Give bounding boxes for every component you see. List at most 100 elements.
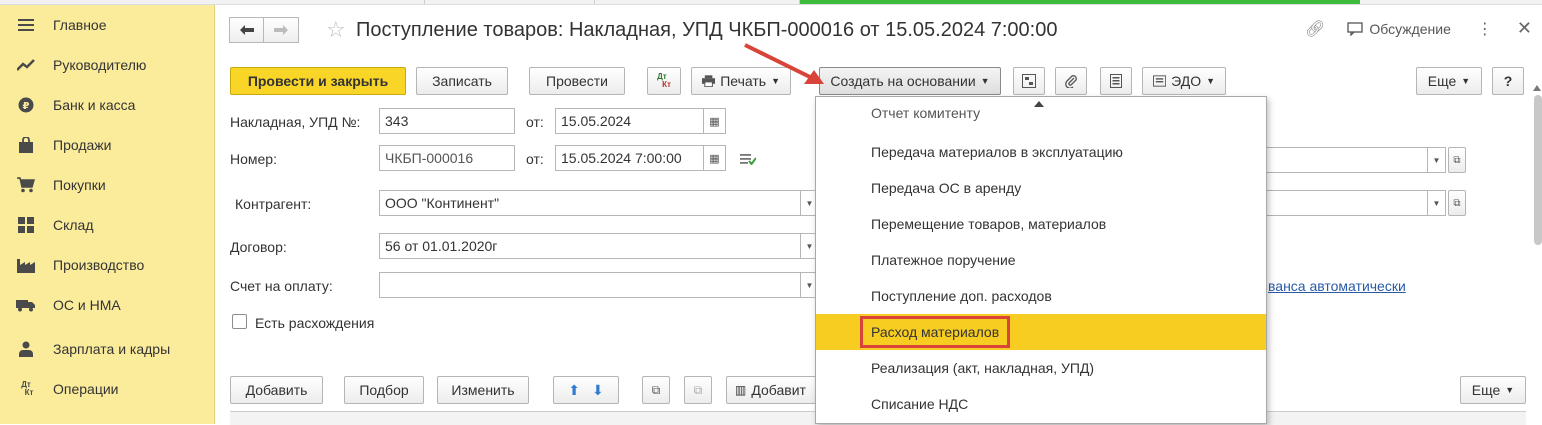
svg-text:₽: ₽ <box>23 101 30 112</box>
discrepancy-checkbox[interactable] <box>232 314 247 329</box>
copy-row-button[interactable]: ⧉ <box>642 376 670 404</box>
invoice-number-field[interactable]: 343 <box>379 108 515 134</box>
warehouse-field[interactable]: ▼ <box>1256 147 1446 173</box>
number-date-label: от: <box>526 151 544 167</box>
open-icon[interactable]: ⧉ <box>1448 147 1466 173</box>
menu-item[interactable]: Списание НДС <box>816 386 1266 422</box>
chevron-down-icon[interactable]: ▼ <box>1427 148 1445 172</box>
shopping-bag-icon <box>16 135 36 155</box>
edo-button[interactable]: ЭДО ▼ <box>1142 67 1226 95</box>
post-button[interactable]: Провести <box>529 67 625 95</box>
page-title: Поступление товаров: Накладная, УПД ЧКБП… <box>356 19 1058 41</box>
copy-icon: ⧉ <box>651 382 661 397</box>
menu-item[interactable]: Реализация (акт, накладная, УПД) <box>816 350 1266 386</box>
sidebar-item-production[interactable]: Производство <box>0 245 215 285</box>
discrepancy-label: Есть расхождения <box>255 315 375 331</box>
menu-lines-icon <box>16 15 36 35</box>
discussion-button[interactable]: Обсуждение <box>1347 21 1451 37</box>
menu-item[interactable]: Передача ОС в аренду <box>816 170 1266 206</box>
document-status-icon <box>740 152 757 168</box>
sidebar-item-purchases[interactable]: Покупки <box>0 165 215 205</box>
sidebar-item-sales[interactable]: Продажи <box>0 125 215 165</box>
advance-offset-link[interactable]: ванса автоматически <box>1268 278 1406 294</box>
dt-kt-icon: Дт Кт <box>657 72 671 89</box>
coin-icon: ₽ <box>16 95 36 115</box>
number-date-field[interactable]: 15.05.2024 7:00:00 ▦ <box>555 145 726 171</box>
menu-item[interactable]: Платежное поручение <box>816 242 1266 278</box>
menu-item-selected[interactable]: Расход материалов <box>816 314 1266 350</box>
scrollbar[interactable] <box>1534 95 1542 245</box>
dt-kt-button[interactable]: Дт Кт <box>647 67 681 95</box>
barcode-icon: ▥ <box>735 383 747 397</box>
counterparty-field[interactable]: ООО "Континент" ▼ <box>379 190 819 216</box>
counterparty-label: Контрагент: <box>235 196 312 212</box>
sidebar-item-salary[interactable]: Зарплата и кадры <box>0 329 215 369</box>
contract-field[interactable]: 56 от 01.01.2020г ▼ <box>379 233 819 259</box>
trend-chart-icon <box>16 55 36 75</box>
invoice-date-field[interactable]: 15.05.2024 ▦ <box>555 108 726 134</box>
sidebar-item-main[interactable]: Главное <box>0 5 215 45</box>
number-field[interactable]: ЧКБП-000016 <box>379 145 515 171</box>
close-icon[interactable]: ✕ <box>1517 18 1532 39</box>
save-button[interactable]: Записать <box>416 67 508 95</box>
arrow-down-icon[interactable]: ⬇ <box>592 382 604 399</box>
organization-field[interactable]: ▼ <box>1256 190 1446 216</box>
menu-item[interactable]: Перемещение товаров, материалов <box>816 206 1266 242</box>
payment-invoice-field[interactable]: ▼ <box>379 272 819 298</box>
attach-button[interactable] <box>1055 67 1087 95</box>
paste-row-button[interactable]: ⧉ <box>684 376 712 404</box>
create-based-on-button[interactable]: Создать на основании ▼ <box>819 67 1001 95</box>
add-row-button[interactable]: Добавить <box>230 376 323 404</box>
more-vertical-icon[interactable]: ⋮ <box>1477 19 1493 39</box>
sidebar-item-bank[interactable]: ₽ Банк и касса <box>0 85 215 125</box>
menu-item[interactable]: Отчет комитенту <box>816 99 1266 133</box>
sidebar-item-label: Склад <box>53 217 94 233</box>
structure-button[interactable] <box>1013 67 1045 95</box>
link-icon[interactable]: 🔗︎ <box>1305 19 1325 39</box>
chat-icon <box>1347 21 1363 36</box>
help-button[interactable]: ? <box>1492 67 1524 95</box>
arrow-up-icon[interactable]: ⬆ <box>568 382 580 399</box>
scroll-up-icon[interactable] <box>1533 85 1541 91</box>
sidebar-item-label: Зарплата и кадры <box>53 341 171 357</box>
shopping-cart-icon <box>16 175 36 195</box>
open-icon[interactable]: ⧉ <box>1448 190 1466 216</box>
list-icon <box>1110 74 1122 88</box>
sidebar-item-fixed-assets[interactable]: ОС и НМА <box>0 285 215 325</box>
menu-item[interactable]: Поступление доп. расходов <box>816 278 1266 314</box>
chevron-down-icon[interactable]: ▼ <box>1427 191 1445 215</box>
post-and-close-button[interactable]: Провести и закрыть <box>230 67 406 95</box>
hierarchy-icon <box>1022 74 1036 88</box>
invoice-number-label: Накладная, УПД №: <box>230 114 361 130</box>
arrow-left-icon <box>239 25 254 35</box>
highlight-box: Расход материалов <box>860 316 1011 348</box>
sidebar-item-operations[interactable]: Дт Кт Операции <box>0 369 215 409</box>
number-label: Номер: <box>230 151 277 167</box>
sidebar-item-warehouse[interactable]: Склад <box>0 205 215 245</box>
more-button[interactable]: Еще ▼ <box>1416 67 1482 95</box>
calendar-icon[interactable]: ▦ <box>703 109 725 133</box>
sidebar-item-label: Главное <box>53 17 107 33</box>
pick-button[interactable]: Подбор <box>344 376 424 404</box>
factory-icon <box>16 255 36 275</box>
forward-button[interactable] <box>264 17 299 43</box>
sidebar-item-label: ОС и НМА <box>53 297 121 313</box>
sidebar-item-label: Покупки <box>53 177 106 193</box>
table-more-button[interactable]: Еще ▼ <box>1460 376 1526 404</box>
payment-invoice-label: Счет на оплату: <box>230 278 333 294</box>
move-rows-buttons[interactable]: ⬆ ⬇ <box>553 376 619 404</box>
document-list-button[interactable] <box>1100 67 1132 95</box>
menu-item[interactable]: Передача материалов в эксплуатацию <box>816 134 1266 170</box>
change-button[interactable]: Изменить <box>437 376 529 404</box>
sidebar-item-label: Банк и касса <box>53 97 136 113</box>
sidebar-item-manager[interactable]: Руководителю <box>0 45 215 85</box>
sidebar-item-label: Руководителю <box>53 57 147 73</box>
add-by-barcode-button[interactable]: ▥ Добавит <box>726 376 826 404</box>
back-button[interactable] <box>229 17 264 43</box>
dt-kt-icon: Дт Кт <box>21 380 34 397</box>
nav-buttons <box>229 17 299 43</box>
calendar-icon[interactable]: ▦ <box>703 146 725 170</box>
sidebar-item-label: Продажи <box>53 137 112 153</box>
truck-icon <box>16 295 36 315</box>
favorite-star-icon[interactable]: ☆ <box>326 17 346 43</box>
